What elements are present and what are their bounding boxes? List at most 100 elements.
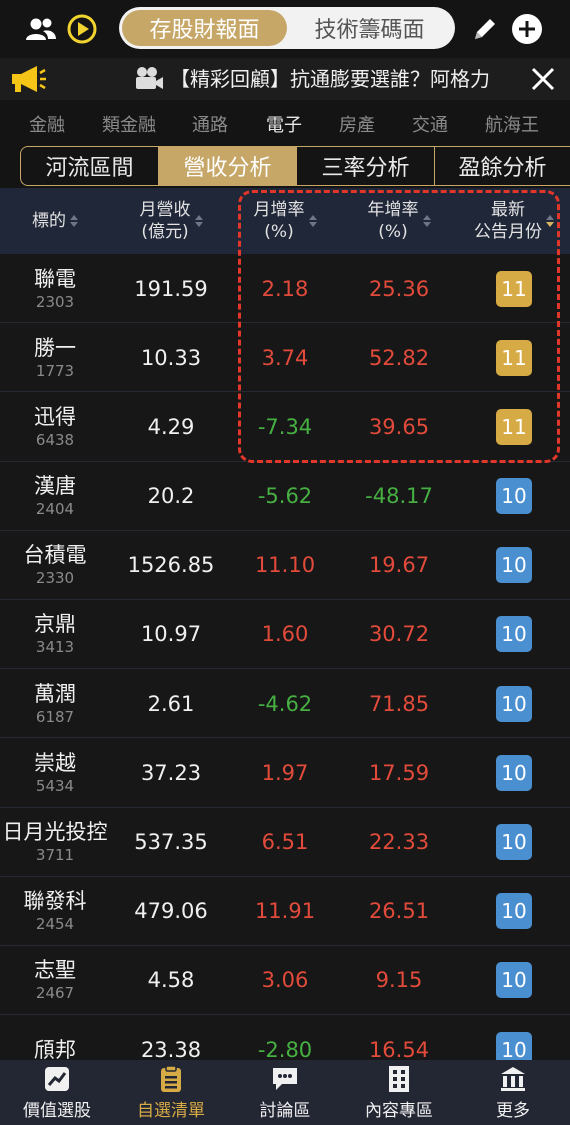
- stock-name: 崇越: [34, 750, 76, 775]
- add-icon[interactable]: [510, 12, 544, 46]
- video-camera-icon: [132, 64, 166, 94]
- tab-river-range[interactable]: 河流區間: [20, 146, 158, 186]
- stock-code: 2330: [35, 569, 75, 588]
- tab-margin-analysis[interactable]: 三率分析: [296, 146, 434, 186]
- monthly-revenue: 4.29: [147, 414, 195, 439]
- nav-watchlist[interactable]: 自選清單: [114, 1060, 228, 1125]
- month-badge: 10: [496, 824, 532, 860]
- sort-arrows-icon: [194, 215, 203, 227]
- monthly-revenue: 10.33: [140, 345, 202, 370]
- header-mom[interactable]: 月增率 (%): [230, 188, 340, 254]
- bank-icon: [501, 1066, 525, 1091]
- stock-cell[interactable]: 聯電 2303: [0, 254, 110, 323]
- header-month[interactable]: 最新 公告月份: [458, 188, 570, 254]
- monthly-revenue: 537.35: [134, 830, 208, 854]
- stock-code: 1773: [35, 361, 75, 380]
- nav-value-picks[interactable]: 價值選股: [0, 1060, 114, 1125]
- stock-name: 漢唐: [34, 474, 76, 499]
- stock-code: 6438: [35, 430, 75, 449]
- category-quasi-finance[interactable]: 類金融: [102, 111, 156, 137]
- play-icon[interactable]: [66, 13, 98, 45]
- close-icon[interactable]: [526, 62, 560, 96]
- nav-label: 自選清單: [137, 1100, 205, 1121]
- stock-cell[interactable]: 日月光投控 3711: [0, 808, 110, 877]
- stock-code: 2467: [35, 984, 75, 1003]
- tab-technical-view[interactable]: 技術籌碼面: [287, 10, 452, 46]
- stock-cell[interactable]: 志聖 2467: [0, 946, 110, 1015]
- mom-growth: 6.51: [261, 830, 309, 854]
- chat-icon: [273, 1067, 297, 1090]
- header-revenue[interactable]: 月營收 (億元): [112, 188, 230, 254]
- category-electronics[interactable]: 電子: [266, 111, 302, 137]
- category-transport[interactable]: 交通: [412, 111, 448, 137]
- mom-growth: 3.06: [261, 968, 309, 993]
- yoy-growth: 30.72: [368, 622, 430, 647]
- table-row[interactable]: 志聖 2467 4.58 3.06 9.15 10: [0, 945, 570, 1016]
- table-row[interactable]: 聯電 2303 191.59 2.18 25.36 11: [0, 254, 570, 324]
- month-badge: 11: [496, 408, 532, 445]
- yoy-growth: 22.33: [368, 830, 430, 854]
- table-row[interactable]: 京鼎 3413 10.97 1.60 30.72 10: [0, 599, 570, 670]
- tab-earnings-analysis[interactable]: 盈餘分析: [434, 146, 570, 186]
- yoy-growth: 25.36: [368, 276, 430, 301]
- yoy-growth: 52.82: [368, 345, 430, 370]
- users-icon[interactable]: [24, 14, 58, 44]
- stock-name: 京鼎: [34, 612, 76, 637]
- header-mom-unit: (%): [264, 222, 294, 242]
- header-revenue-unit: (億元): [141, 222, 189, 242]
- table-row[interactable]: 萬潤 6187 2.61 -4.62 71.85 10: [0, 669, 570, 739]
- nav-content[interactable]: 內容專區: [342, 1060, 456, 1125]
- nav-more[interactable]: 更多: [456, 1060, 570, 1125]
- header-revenue-label: 月營收: [139, 200, 191, 220]
- stock-cell[interactable]: 漢唐 2404: [0, 462, 110, 531]
- top-bar: 存股財報面 技術籌碼面: [0, 0, 570, 58]
- table-row[interactable]: 聯發科 2454 479.06 11.91 26.51 10: [0, 876, 570, 946]
- stock-cell[interactable]: 迅得 6438: [0, 392, 110, 461]
- table-row[interactable]: 漢唐 2404 20.2 -5.62 -48.17 10: [0, 461, 570, 531]
- stock-cell[interactable]: 京鼎 3413: [0, 600, 110, 669]
- latest-month-cell: 10: [458, 877, 570, 946]
- tab-revenue-analysis[interactable]: 營收分析: [158, 146, 296, 186]
- latest-month-cell: 11: [458, 254, 570, 323]
- stock-name: 頎邦: [34, 1037, 76, 1062]
- nav-label: 更多: [496, 1100, 530, 1121]
- mom-growth: -5.62: [257, 484, 313, 509]
- header-yoy[interactable]: 年增率 (%): [340, 188, 458, 254]
- revenue-table: 聯電 2303 191.59 2.18 25.36 11 勝一 1773 10.33 3.74 52…: [0, 254, 570, 1085]
- view-mode-switch: 存股財報面 技術籌碼面: [119, 7, 455, 49]
- month-badge: 10: [496, 893, 532, 930]
- monthly-revenue: 37.23: [140, 760, 202, 785]
- tab-financial-view[interactable]: 存股財報面: [122, 10, 287, 46]
- category-retail[interactable]: 通路: [192, 111, 228, 137]
- nav-discussion[interactable]: 討論區: [228, 1060, 342, 1125]
- header-month-label: 最新: [491, 200, 525, 220]
- mom-growth: 11.91: [254, 899, 316, 924]
- table-row[interactable]: 台積電 2330 1526.85 11.10 19.67 10: [0, 530, 570, 600]
- bottom-nav: 價值選股 自選清單 討論區 內容專區 更多: [0, 1060, 570, 1125]
- category-shipping[interactable]: 航海王: [485, 111, 539, 137]
- yoy-growth: 19.67: [368, 553, 430, 578]
- header-name-label: 標的: [32, 211, 66, 231]
- yoy-growth: 9.15: [375, 968, 423, 993]
- category-real-estate[interactable]: 房產: [339, 111, 375, 137]
- category-finance[interactable]: 金融: [29, 111, 65, 137]
- announcement-bar[interactable]: 【精彩回顧】抗通膨要選誰？阿格力: [0, 58, 570, 100]
- edit-pencil-icon[interactable]: [468, 12, 502, 46]
- stock-cell[interactable]: 聯發科 2454: [0, 877, 110, 946]
- announcement-text[interactable]: 【精彩回顧】抗通膨要選誰？阿格力: [170, 58, 520, 100]
- header-name[interactable]: 標的: [0, 188, 110, 254]
- building-icon: [389, 1065, 409, 1092]
- latest-month-cell: 11: [458, 392, 570, 461]
- chart-icon: [45, 1066, 69, 1091]
- stock-cell[interactable]: 勝一 1773: [0, 323, 110, 392]
- stock-cell[interactable]: 萬潤 6187: [0, 669, 110, 738]
- stock-cell[interactable]: 崇越 5434: [0, 738, 110, 807]
- table-row[interactable]: 日月光投控 3711 537.35 6.51 22.33 10: [0, 807, 570, 877]
- latest-month-cell: 10: [458, 946, 570, 1015]
- table-header: 標的 月營收 (億元) 月增率 (%) 年增率 (%) 最新 公告月份: [0, 188, 570, 254]
- yoy-growth: 39.65: [368, 414, 430, 439]
- table-row[interactable]: 勝一 1773 10.33 3.74 52.82 11: [0, 323, 570, 393]
- table-row[interactable]: 迅得 6438 4.29 -7.34 39.65 11: [0, 392, 570, 462]
- table-row[interactable]: 崇越 5434 37.23 1.97 17.59 10: [0, 738, 570, 808]
- stock-cell[interactable]: 台積電 2330: [0, 531, 110, 600]
